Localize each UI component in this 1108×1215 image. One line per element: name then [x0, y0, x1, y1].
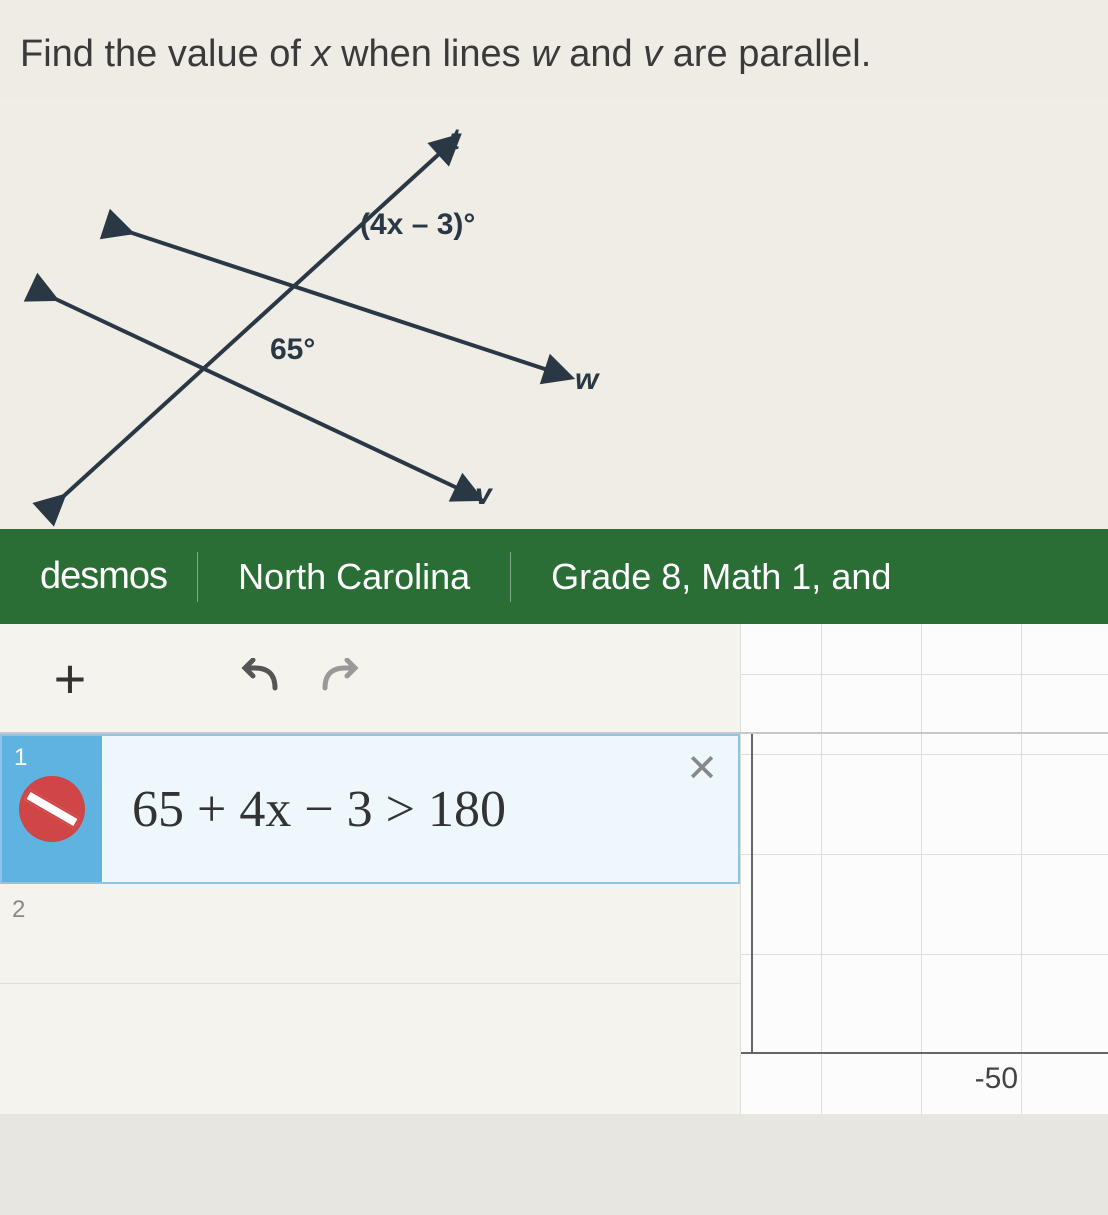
delete-expression-button[interactable]: ✕: [686, 746, 718, 791]
question-area: Find the value of x when lines w and v a…: [0, 0, 1108, 99]
angle-4x-3: (4x – 3)°: [360, 208, 475, 241]
label-t: t: [450, 123, 462, 156]
expression-list: 1 65 + 4x − 3 > 180 ✕ 2: [0, 734, 740, 1114]
label-w: w: [575, 363, 600, 396]
expression-toolbar: + ⚙ 《: [0, 624, 1108, 734]
index-number: 1: [14, 744, 27, 772]
expression-input-2[interactable]: [100, 884, 740, 983]
editor-area: 1 65 + 4x − 3 > 180 ✕ 2 -50: [0, 734, 1108, 1114]
geometry-diagram: t (4x – 3)° 65° w v: [0, 99, 1108, 529]
redo-button[interactable]: [300, 638, 380, 718]
question-prefix: Find the value of: [20, 33, 312, 75]
expression-index-2[interactable]: 2: [0, 884, 100, 983]
undo-button[interactable]: [220, 638, 300, 718]
error-icon[interactable]: [19, 776, 85, 842]
graph-panel[interactable]: -50: [740, 734, 1108, 1114]
header-grade[interactable]: Grade 8, Math 1, and: [511, 556, 931, 598]
question-var-v: v: [643, 33, 662, 75]
question-var-x: x: [312, 33, 331, 75]
expression-input-1[interactable]: 65 + 4x − 3 > 180 ✕: [102, 736, 738, 882]
desmos-header: desmos North Carolina Grade 8, Math 1, a…: [0, 529, 1108, 624]
add-expression-button[interactable]: +: [30, 638, 110, 718]
question-and: and: [559, 33, 644, 75]
y-axis: [751, 734, 753, 1054]
question-suffix: are parallel.: [662, 33, 871, 75]
label-v: v: [475, 478, 494, 511]
angle-65: 65°: [270, 333, 315, 366]
x-axis: [741, 1052, 1108, 1054]
expression-index-1[interactable]: 1: [2, 736, 102, 882]
question-mid: when lines: [331, 33, 532, 75]
question-var-w: w: [531, 33, 558, 75]
expression-row-2[interactable]: 2: [0, 884, 740, 984]
question-text: Find the value of x when lines w and v a…: [20, 30, 1088, 79]
index-number: 2: [12, 896, 25, 924]
diagram-svg: t (4x – 3)° 65° w v: [0, 99, 1108, 529]
brand-logo[interactable]: desmos: [0, 555, 197, 598]
expression-text: 65 + 4x − 3 > 180: [132, 780, 506, 839]
x-axis-label: -50: [975, 1062, 1018, 1096]
header-region[interactable]: North Carolina: [198, 556, 510, 598]
expression-row-1[interactable]: 1 65 + 4x − 3 > 180 ✕: [0, 734, 740, 884]
